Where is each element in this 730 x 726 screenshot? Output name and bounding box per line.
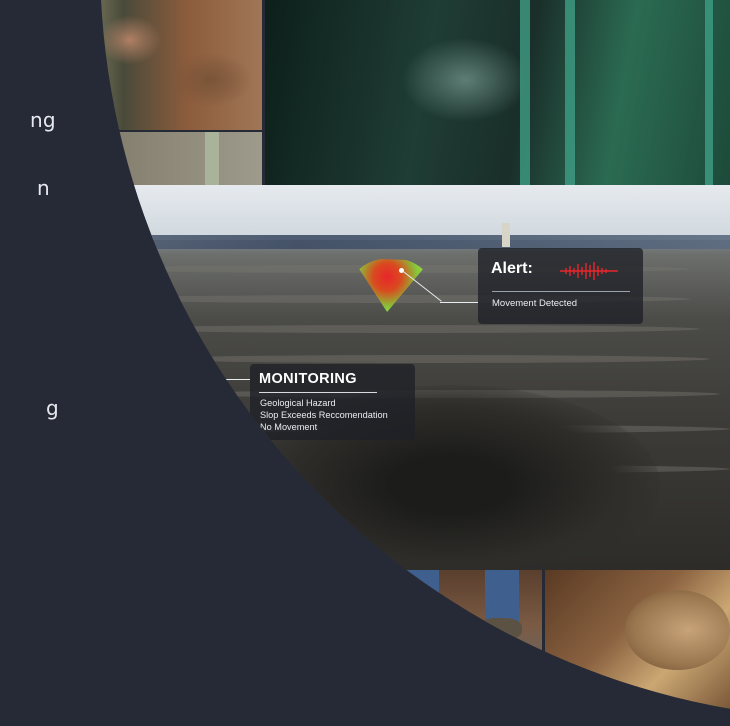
monitoring-line-3: No Movement	[260, 422, 318, 432]
monitoring-line-2: Slop Exceeds Reccomendation	[260, 410, 388, 420]
gauge-dial	[100, 138, 122, 178]
hills	[100, 235, 730, 249]
monitoring-card[interactable]: MONITORING Geological Hazard Slop Exceed…	[250, 364, 415, 440]
leader-line-2	[172, 379, 250, 380]
rail-3	[705, 0, 713, 185]
mining-collage: Alert: Movement Detected MONITORING Geol…	[100, 0, 730, 720]
monitoring-divider	[259, 392, 377, 393]
post	[205, 132, 219, 186]
alert-divider	[492, 291, 630, 292]
core-cylinder	[625, 590, 730, 670]
alert-subtitle: Movement Detected	[492, 298, 578, 309]
bench-3	[120, 325, 700, 333]
side-nav-item-3[interactable]: g	[46, 396, 59, 420]
side-nav-item-1[interactable]: ng	[30, 108, 56, 132]
hotspot-marker-2	[168, 377, 173, 382]
jeans-left	[405, 570, 439, 630]
boot-right	[478, 618, 522, 640]
core-sample-photo	[545, 570, 730, 720]
sky	[100, 185, 730, 240]
boot-left	[392, 600, 436, 622]
rail-1	[520, 0, 530, 185]
machinery-photo	[265, 0, 730, 185]
alert-title: Alert:	[491, 260, 533, 277]
side-nav-item-2[interactable]: n	[37, 176, 50, 200]
bench-4	[150, 355, 710, 363]
waveform-icon	[560, 262, 618, 280]
monitoring-line-1: Geological Hazard	[260, 398, 336, 408]
side-nav: ng n g	[0, 0, 60, 726]
hero-stage: ng n g Alert: Movement Detected MONITORI…	[0, 0, 730, 726]
rail-2	[565, 0, 575, 185]
alert-card[interactable]: Alert: Movement Detected	[478, 248, 643, 324]
leader-line-1b	[440, 302, 478, 303]
heatmap-hotspot-2	[128, 340, 180, 402]
tower	[502, 223, 510, 247]
monitoring-title: MONITORING	[259, 371, 357, 387]
boots-photo	[300, 570, 542, 720]
